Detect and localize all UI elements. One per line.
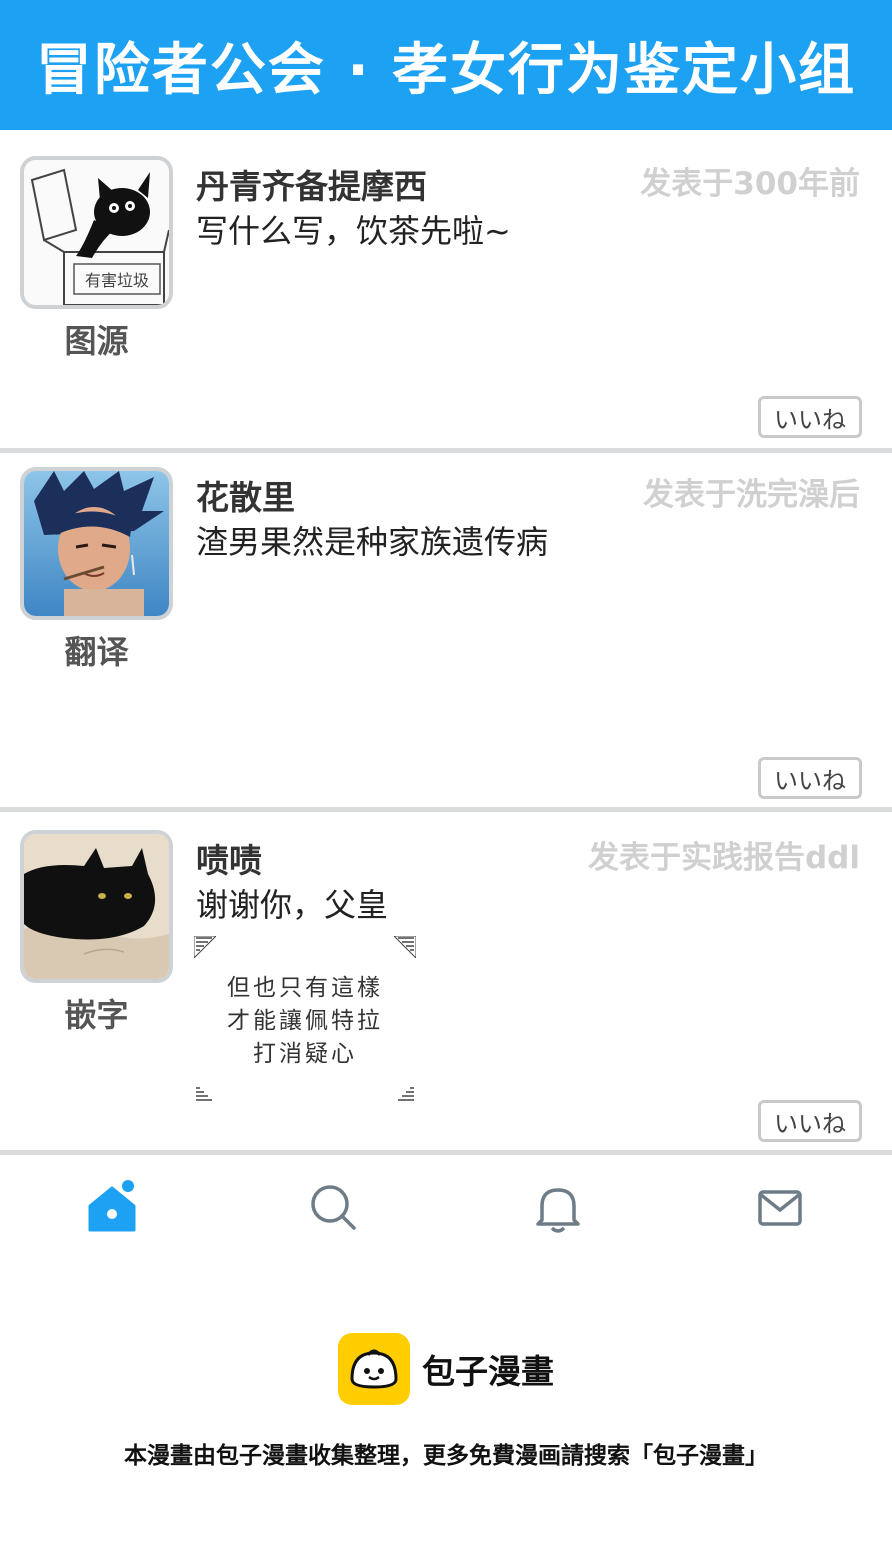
quote-line: 打消疑心 [253, 1041, 357, 1067]
post-card: 有害垃圾 图源 丹青齐备提摩西 发表于300年前 写什么写，饮茶先啦~ いいね [0, 130, 892, 448]
post-card: 嵌字 啧啧 发表于实践报告ddl 谢谢你，父皇 いいね [0, 812, 892, 1150]
trash-cat-illustration: 有害垃圾 [24, 160, 169, 305]
anime-portrait-illustration [24, 471, 169, 616]
username[interactable]: 花散里 [196, 471, 295, 519]
footer-note: 本漫畫由包子漫畫收集整理，更多免費漫画請搜索「包子漫畫」 [124, 1443, 768, 1469]
avatar-caption: 有害垃圾 [85, 271, 149, 290]
username[interactable]: 丹青齐备提摩西 [196, 160, 427, 208]
brand-name: 包子漫畫 [422, 1352, 554, 1391]
timestamp: 发表于实践报告ddl [587, 840, 860, 876]
home-icon[interactable] [84, 1180, 140, 1236]
quote-line: 但也只有這樣 [227, 975, 383, 1001]
bell-icon[interactable] [530, 1180, 586, 1236]
like-button[interactable]: いいね [758, 1100, 862, 1142]
bun-logo-icon [338, 1333, 410, 1405]
corner-decoration [196, 1087, 212, 1101]
post-message: 谢谢你，父皇 [196, 886, 389, 924]
like-button[interactable]: いいね [758, 757, 862, 799]
post-message: 写什么写，饮茶先啦~ [196, 212, 511, 250]
brand-block: 包子漫畫 [338, 1333, 554, 1405]
quote-text: 但也只有這樣 才能讓佩特拉 打消疑心 [194, 972, 416, 1071]
corner-decoration [194, 936, 216, 958]
search-icon[interactable] [306, 1180, 362, 1236]
timestamp: 发表于洗完澡后 [643, 477, 860, 513]
role-label: 翻译 [64, 633, 129, 671]
role-label: 图源 [64, 322, 129, 360]
avatar[interactable] [20, 830, 173, 983]
page-title: 冒险者公会 · 孝女行为鉴定小组 [35, 37, 857, 103]
bottom-tab-bar [0, 1158, 892, 1258]
mail-icon[interactable] [752, 1180, 808, 1236]
avatar[interactable]: 有害垃圾 [20, 156, 173, 309]
like-button[interactable]: いいね [758, 396, 862, 438]
avatar[interactable] [20, 467, 173, 620]
quote-image[interactable]: 但也只有這樣 才能讓佩特拉 打消疑心 [194, 936, 416, 1102]
corner-decoration [394, 936, 416, 958]
divider [0, 1150, 892, 1155]
role-label: 嵌字 [64, 996, 129, 1034]
black-cat-illustration [24, 834, 169, 979]
quote-line: 才能讓佩特拉 [227, 1008, 383, 1034]
username[interactable]: 啧啧 [196, 834, 262, 882]
header-bar: 冒险者公会 · 孝女行为鉴定小组 [0, 0, 892, 130]
post-card: 翻译 花散里 发表于洗完澡后 渣男果然是种家族遗传病 いいね [0, 453, 892, 807]
timestamp: 发表于300年前 [640, 166, 860, 202]
corner-decoration [398, 1087, 414, 1101]
post-message: 渣男果然是种家族遗传病 [196, 523, 549, 561]
